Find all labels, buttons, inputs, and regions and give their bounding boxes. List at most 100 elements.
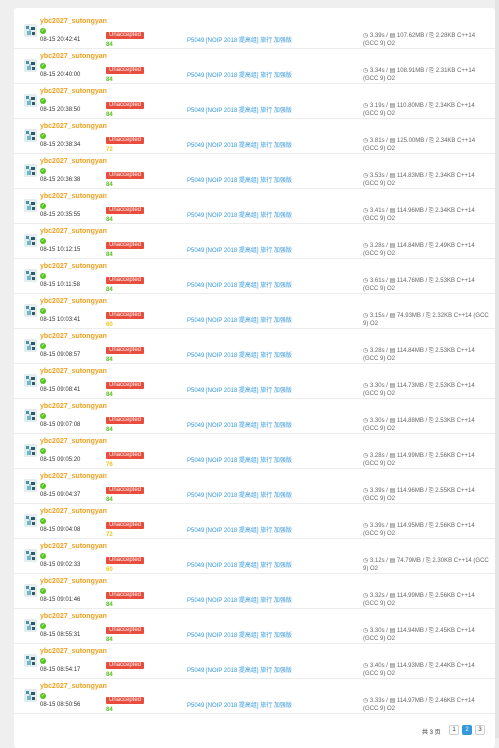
record-score: 84 (106, 112, 113, 118)
status-badge[interactable]: Unaccepted (106, 452, 145, 459)
status-badge[interactable]: Unaccepted (106, 32, 145, 39)
record-username[interactable]: ybc2027_sutongyan (40, 438, 107, 445)
problem-link[interactable]: P5049 [NOIP 2018 提高组] 旅行 加强版 (187, 560, 292, 569)
problem-link[interactable]: P5049 [NOIP 2018 提高组] 旅行 加强版 (187, 350, 292, 359)
status-badge[interactable]: Unaccepted (106, 277, 145, 284)
record-username[interactable]: ybc2027_sutongyan (40, 403, 107, 410)
avatar[interactable] (24, 514, 37, 527)
record-row: ybc2027_sutongyan ✓ 08-15 20:40:00 Unaccept… (14, 49, 495, 84)
record-username[interactable]: ybc2027_sutongyan (40, 193, 107, 200)
avatar[interactable] (24, 444, 37, 457)
problem-link[interactable]: P5049 [NOIP 2018 提高组] 旅行 加强版 (187, 315, 292, 324)
record-score: 84 (106, 707, 113, 713)
avatar[interactable] (24, 584, 37, 597)
problem-link[interactable]: P5049 [NOIP 2018 提高组] 旅行 加强版 (187, 490, 292, 499)
record-meta: ◷ 3.39s / ▤ 114.95MB / ⎘ 2.56KB C++14 (G… (363, 523, 475, 537)
problem-link[interactable]: P5049 [NOIP 2018 提高组] 旅行 加强版 (187, 630, 292, 639)
check-circle-icon: ✓ (40, 238, 46, 244)
avatar[interactable] (24, 59, 37, 72)
avatar[interactable] (24, 269, 37, 282)
avatar[interactable] (24, 409, 37, 422)
avatar[interactable] (24, 304, 37, 317)
problem-link[interactable]: P5049 [NOIP 2018 提高组] 旅行 加强版 (187, 70, 292, 79)
avatar[interactable] (24, 654, 37, 667)
status-badge[interactable]: Unaccepted (106, 242, 145, 249)
check-circle-icon: ✓ (40, 693, 46, 699)
problem-link[interactable]: P5049 [NOIP 2018 提高组] 旅行 加强版 (187, 700, 292, 709)
problem-link[interactable]: P5049 [NOIP 2018 提高组] 旅行 加强版 (187, 245, 292, 254)
check-circle-icon: ✓ (40, 308, 46, 314)
avatar[interactable] (24, 199, 37, 212)
page-button-2[interactable]: 2 (462, 725, 472, 735)
problem-link[interactable]: P5049 [NOIP 2018 提高组] 旅行 加强版 (187, 455, 292, 464)
status-badge[interactable]: Unaccepted (106, 697, 145, 704)
status-badge[interactable]: Unaccepted (106, 137, 145, 144)
record-username[interactable]: ybc2027_sutongyan (40, 53, 107, 60)
status-badge[interactable]: Unaccepted (106, 627, 145, 634)
problem-link[interactable]: P5049 [NOIP 2018 提高组] 旅行 加强版 (187, 280, 292, 289)
status-badge[interactable]: Unaccepted (106, 67, 145, 74)
record-time: 08-15 20:38:34 (40, 142, 81, 148)
avatar[interactable] (24, 129, 37, 142)
problem-link[interactable]: P5049 [NOIP 2018 提高组] 旅行 加强版 (187, 35, 292, 44)
record-username[interactable]: ybc2027_sutongyan (40, 508, 107, 515)
avatar[interactable] (24, 374, 37, 387)
problem-link[interactable]: P5049 [NOIP 2018 提高组] 旅行 加强版 (187, 210, 292, 219)
status-badge[interactable]: Unaccepted (106, 557, 145, 564)
record-username[interactable]: ybc2027_sutongyan (40, 648, 107, 655)
record-score: 76 (106, 462, 113, 468)
avatar[interactable] (24, 94, 37, 107)
avatar[interactable] (24, 689, 37, 702)
avatar[interactable] (24, 234, 37, 247)
problem-link[interactable]: P5049 [NOIP 2018 提高组] 旅行 加强版 (187, 105, 292, 114)
record-username[interactable]: ybc2027_sutongyan (40, 473, 107, 480)
status-badge[interactable]: Unaccepted (106, 662, 145, 669)
record-username[interactable]: ybc2027_sutongyan (40, 683, 107, 690)
status-badge[interactable]: Unaccepted (106, 592, 145, 599)
page-button-1[interactable]: 1 (449, 725, 459, 735)
page-button-3[interactable]: 3 (475, 725, 485, 735)
problem-link[interactable]: P5049 [NOIP 2018 提高组] 旅行 加强版 (187, 385, 292, 394)
record-username[interactable]: ybc2027_sutongyan (40, 123, 107, 130)
problem-link[interactable]: P5049 [NOIP 2018 提高组] 旅行 加强版 (187, 595, 292, 604)
avatar[interactable] (24, 164, 37, 177)
record-username[interactable]: ybc2027_sutongyan (40, 228, 107, 235)
problem-link[interactable]: P5049 [NOIP 2018 提高组] 旅行 加强版 (187, 420, 292, 429)
status-badge[interactable]: Unaccepted (106, 417, 145, 424)
status-badge[interactable]: Unaccepted (106, 347, 145, 354)
status-badge[interactable]: Unaccepted (106, 522, 145, 529)
record-time: 08-15 20:36:38 (40, 177, 81, 183)
record-username[interactable]: ybc2027_sutongyan (40, 578, 107, 585)
record-username[interactable]: ybc2027_sutongyan (40, 88, 107, 95)
record-username[interactable]: ybc2027_sutongyan (40, 543, 107, 550)
avatar[interactable] (24, 339, 37, 352)
record-username[interactable]: ybc2027_sutongyan (40, 298, 107, 305)
problem-link[interactable]: P5049 [NOIP 2018 提高组] 旅行 加强版 (187, 665, 292, 674)
problem-link[interactable]: P5049 [NOIP 2018 提高组] 旅行 加强版 (187, 525, 292, 534)
record-username[interactable]: ybc2027_sutongyan (40, 158, 107, 165)
avatar[interactable] (24, 549, 37, 562)
record-score: 84 (106, 357, 113, 363)
record-meta: ◷ 3.39s / ▤ 107.62MB / ⎘ 2.28KB C++14 (G… (363, 33, 476, 47)
status-badge[interactable]: Unaccepted (106, 312, 145, 319)
record-username[interactable]: ybc2027_sutongyan (40, 333, 107, 340)
avatar[interactable] (24, 619, 37, 632)
record-username[interactable]: ybc2027_sutongyan (40, 613, 107, 620)
record-username[interactable]: ybc2027_sutongyan (40, 18, 107, 25)
record-row: ybc2027_sutongyan ✓ 08-15 20:42:41 Unaccept… (14, 14, 495, 49)
record-meta: ◷ 3.28s / ▤ 114.99MB / ⎘ 2.56KB C++14 (G… (363, 453, 475, 467)
page-scrollbar[interactable] (495, 0, 499, 738)
avatar[interactable] (24, 24, 37, 37)
status-badge[interactable]: Unaccepted (106, 172, 145, 179)
check-circle-icon: ✓ (40, 658, 46, 664)
record-username[interactable]: ybc2027_sutongyan (40, 368, 107, 375)
record-username[interactable]: ybc2027_sutongyan (40, 263, 107, 270)
status-badge[interactable]: Unaccepted (106, 102, 145, 109)
status-badge[interactable]: Unaccepted (106, 382, 145, 389)
avatar[interactable] (24, 479, 37, 492)
status-badge[interactable]: Unaccepted (106, 207, 145, 214)
status-badge[interactable]: Unaccepted (106, 487, 145, 494)
problem-link[interactable]: P5049 [NOIP 2018 提高组] 旅行 加强版 (187, 175, 292, 184)
problem-link[interactable]: P5049 [NOIP 2018 提高组] 旅行 加强版 (187, 140, 292, 149)
check-circle-icon: ✓ (40, 623, 46, 629)
